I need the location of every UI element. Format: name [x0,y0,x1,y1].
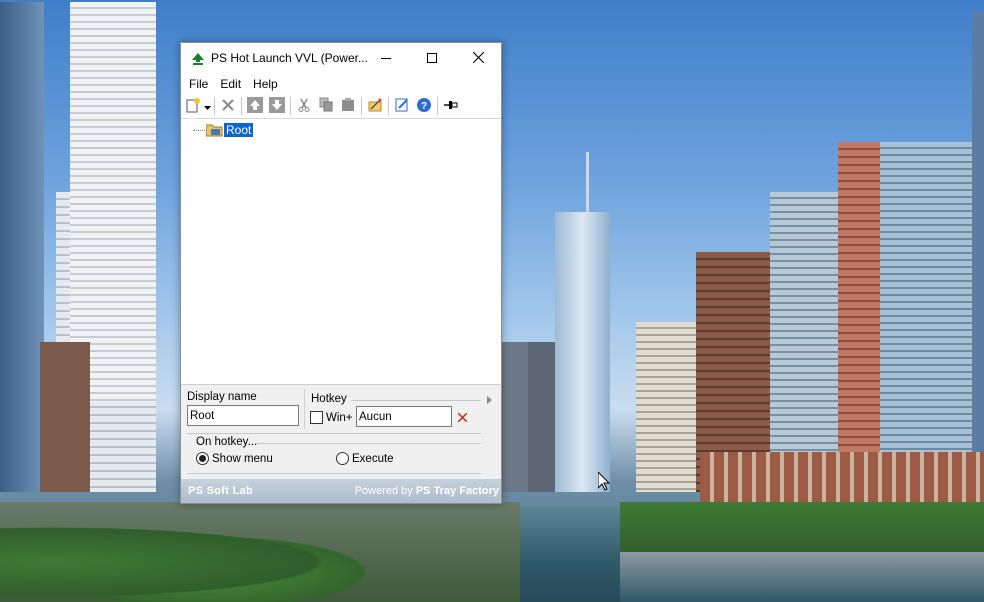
properties-panel: Display name Hotkey Win+ On hotkey... Sh… [181,384,501,479]
tray-factory-link[interactable]: PS Tray Factory [416,485,499,497]
toolbar: ? [181,94,501,119]
win-label: Win+ [326,412,353,424]
paste-icon [341,97,356,115]
building [636,322,696,492]
minimize-icon [381,52,391,66]
edit-button[interactable] [391,96,413,116]
new-item-button[interactable] [184,96,202,116]
building [880,142,976,472]
hotkey-input[interactable] [356,406,452,427]
menu-file[interactable]: File [183,77,214,91]
display-name-label: Display name [187,391,257,403]
move-down-icon [269,96,285,116]
display-name-input[interactable] [187,405,299,426]
cut-icon [297,98,311,115]
menu-bar: File Edit Help [181,74,501,94]
edit-icon [394,97,410,116]
tree-connector [193,130,207,131]
pin-button[interactable] [440,96,462,116]
folder-icon [205,123,223,137]
toolbar-separator [241,97,242,115]
menu-help[interactable]: Help [247,77,284,91]
building [972,12,984,492]
toolbar-separator [214,97,215,115]
help-icon: ? [416,97,432,116]
window-title: PS Hot Launch VVL (Power... [211,51,368,65]
cut-button[interactable] [293,96,315,116]
move-down-button[interactable] [266,96,288,116]
minimize-button[interactable] [363,43,409,74]
paste-button[interactable] [337,96,359,116]
panel-bottom-line [187,473,481,474]
svg-text:?: ? [421,101,427,112]
move-up-button[interactable] [244,96,266,116]
new-item-icon [185,97,201,116]
delete-icon [221,98,235,115]
toolbar-separator [437,97,438,115]
hotkey-group-line [351,400,481,401]
help-button[interactable]: ? [413,96,435,116]
maximize-icon [427,52,437,66]
wand-button[interactable] [364,96,386,116]
menu-edit[interactable]: Edit [214,77,247,91]
app-window: PS Hot Launch VVL (Power... File Edit He… [180,42,502,504]
building [40,342,90,492]
wand-icon [367,97,383,116]
execute-radio[interactable] [336,452,349,465]
on-hotkey-label: On hotkey... [196,436,258,448]
toolbar-separator [361,97,362,115]
brand-left: PS Soft Lab [188,485,254,497]
win-checkbox[interactable] [310,411,323,424]
tree-view[interactable]: Root [181,119,501,384]
clear-hotkey-button[interactable] [457,411,468,425]
building [555,212,610,492]
on-hotkey-group-line [256,443,481,444]
move-up-icon [247,96,263,116]
expand-arrow-icon[interactable] [487,393,492,407]
copy-icon [319,97,334,115]
status-bar: PS Soft Lab Powered by PS Tray Factory [181,479,501,503]
new-item-dropdown[interactable] [202,96,212,116]
close-icon [472,51,484,66]
trees [0,502,520,602]
execute-label[interactable]: Execute [352,453,394,465]
panel-divider [304,389,305,429]
mouse-cursor-icon [597,470,611,494]
close-button[interactable] [455,43,501,74]
building [586,152,589,212]
river-shore [620,552,984,602]
powered-by-text: Powered by [354,485,413,497]
title-bar[interactable]: PS Hot Launch VVL (Power... [181,43,501,74]
tree-item-root[interactable]: Root [224,123,254,137]
panel-separator [187,433,481,434]
delete-button[interactable] [217,96,239,116]
hotkey-label: Hotkey [311,393,347,405]
dropdown-arrow-icon [203,99,211,113]
building [0,2,44,492]
toolbar-separator [290,97,291,115]
show-menu-label[interactable]: Show menu [212,453,273,465]
maximize-button[interactable] [409,43,455,74]
clear-icon [457,411,468,425]
pin-icon [443,99,459,114]
building [770,192,840,492]
brand-right: Powered by PS Tray Factory [355,485,499,497]
copy-button[interactable] [315,96,337,116]
toolbar-separator [388,97,389,115]
app-icon [191,52,205,66]
building [528,342,556,492]
show-menu-radio[interactable] [196,452,209,465]
